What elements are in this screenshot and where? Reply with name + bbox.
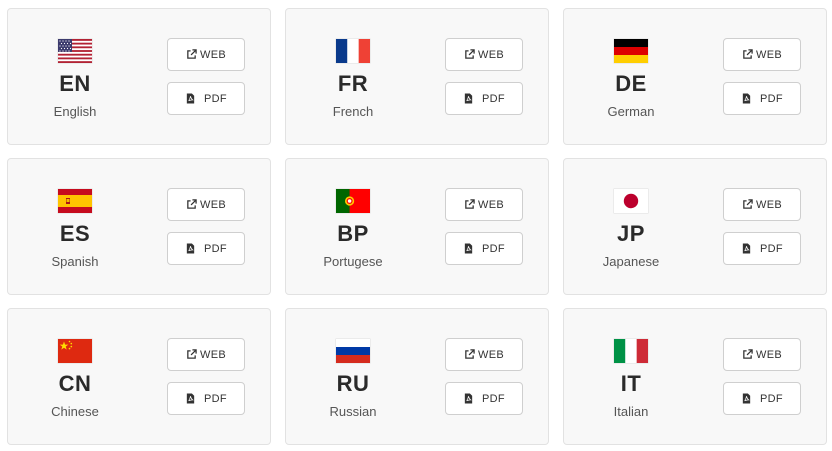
language-code: ES [59, 221, 91, 246]
language-name: Chinese [51, 404, 99, 419]
web-label: WEB [478, 348, 504, 361]
pdf-label: PDF [760, 392, 783, 405]
external-link-icon [186, 199, 197, 210]
language-code: IT [620, 371, 642, 396]
language-name: German [607, 104, 655, 119]
language-name: French [332, 104, 374, 119]
language-card-es: ES Spanish WEB PDF [7, 158, 271, 295]
external-link-icon [742, 49, 753, 60]
web-button[interactable]: WEB [167, 38, 245, 71]
web-button[interactable]: WEB [445, 38, 523, 71]
us-flag-icon [58, 39, 92, 63]
language-card-it: IT Italian WEB PDF [563, 308, 827, 445]
language-card-fr: FR French WEB PDF [285, 8, 549, 145]
language-card-ru: RU Russian WEB PDF [285, 308, 549, 445]
web-button[interactable]: WEB [167, 188, 245, 221]
pdf-label: PDF [482, 92, 505, 105]
external-link-icon [464, 349, 475, 360]
language-name: Italian [613, 404, 649, 419]
pdf-button[interactable]: PDF [723, 82, 801, 115]
japan-flag-icon [614, 189, 648, 213]
web-label: WEB [756, 198, 782, 211]
language-name: Portugese [323, 254, 383, 269]
web-button[interactable]: WEB [167, 338, 245, 371]
web-label: WEB [756, 348, 782, 361]
pdf-file-icon [463, 93, 474, 104]
web-button[interactable]: WEB [723, 188, 801, 221]
web-button[interactable]: WEB [445, 188, 523, 221]
language-name: Russian [329, 404, 377, 419]
pdf-file-icon [741, 93, 752, 104]
language-code: EN [59, 71, 91, 96]
language-card-jp: JP Japanese WEB PDF [563, 158, 827, 295]
web-label: WEB [200, 198, 226, 211]
france-flag-icon [336, 39, 370, 63]
pdf-label: PDF [204, 92, 227, 105]
web-button[interactable]: WEB [445, 338, 523, 371]
pdf-label: PDF [482, 242, 505, 255]
pdf-button[interactable]: PDF [445, 382, 523, 415]
language-code: CN [58, 371, 92, 396]
language-name: Japanese [602, 254, 660, 269]
pdf-button[interactable]: PDF [723, 232, 801, 265]
italy-flag-icon [614, 339, 648, 363]
external-link-icon [464, 49, 475, 60]
pdf-button[interactable]: PDF [167, 232, 245, 265]
external-link-icon [186, 49, 197, 60]
language-name: English [53, 104, 97, 119]
china-flag-icon [58, 339, 92, 363]
language-name: Spanish [51, 254, 99, 269]
pdf-label: PDF [482, 392, 505, 405]
pdf-button[interactable]: PDF [167, 382, 245, 415]
language-code: JP [617, 221, 645, 246]
language-card-cn: CN Chinese WEB PDF [7, 308, 271, 445]
pdf-label: PDF [204, 392, 227, 405]
language-card-de: DE German WEB PDF [563, 8, 827, 145]
web-label: WEB [200, 48, 226, 61]
pdf-button[interactable]: PDF [445, 82, 523, 115]
pdf-file-icon [185, 243, 196, 254]
pdf-file-icon [185, 393, 196, 404]
language-card-bp: BP Portugese WEB PDF [285, 158, 549, 295]
pdf-file-icon [463, 243, 474, 254]
language-code: BP [337, 221, 369, 246]
web-button[interactable]: WEB [723, 338, 801, 371]
web-label: WEB [756, 48, 782, 61]
portugal-flag-icon [336, 189, 370, 213]
pdf-label: PDF [760, 242, 783, 255]
web-button[interactable]: WEB [723, 38, 801, 71]
external-link-icon [186, 349, 197, 360]
pdf-label: PDF [204, 242, 227, 255]
germany-flag-icon [614, 39, 648, 63]
language-card-en: EN English WEB PDF [7, 8, 271, 145]
pdf-file-icon [185, 93, 196, 104]
external-link-icon [464, 199, 475, 210]
external-link-icon [742, 199, 753, 210]
language-code: RU [336, 371, 370, 396]
web-label: WEB [200, 348, 226, 361]
language-code: DE [615, 71, 647, 96]
pdf-button[interactable]: PDF [167, 82, 245, 115]
language-code: FR [337, 71, 369, 96]
web-label: WEB [478, 48, 504, 61]
pdf-label: PDF [760, 92, 783, 105]
spain-flag-icon [58, 189, 92, 213]
russia-flag-icon [336, 339, 370, 363]
pdf-button[interactable]: PDF [723, 382, 801, 415]
web-label: WEB [478, 198, 504, 211]
pdf-file-icon [741, 393, 752, 404]
pdf-button[interactable]: PDF [445, 232, 523, 265]
external-link-icon [742, 349, 753, 360]
pdf-file-icon [463, 393, 474, 404]
pdf-file-icon [741, 243, 752, 254]
